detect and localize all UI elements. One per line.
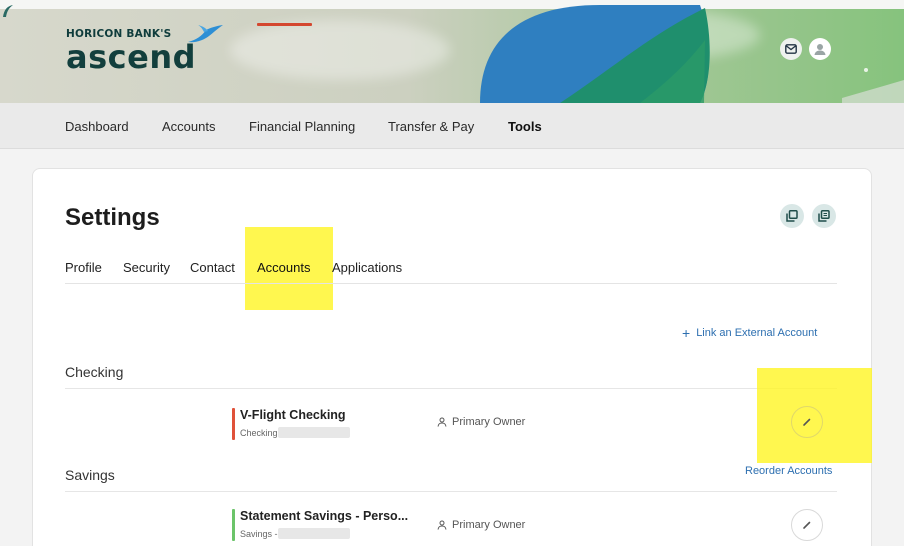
section-checking: Checking	[65, 364, 124, 380]
account-owner-savings: Primary Owner	[437, 519, 525, 531]
nav-financial-planning[interactable]: Financial Planning	[249, 119, 355, 134]
corner-bird-icon	[3, 5, 13, 17]
account-owner-checking: Primary Owner	[437, 416, 525, 428]
masked-account-number	[278, 427, 350, 438]
page-title: Settings	[65, 204, 160, 231]
nav-tools[interactable]: Tools	[508, 119, 542, 134]
nav-dashboard[interactable]: Dashboard	[65, 119, 129, 134]
export-button[interactable]	[780, 204, 804, 228]
print-button[interactable]	[812, 204, 836, 228]
tab-security[interactable]: Security	[123, 260, 170, 275]
tab-profile[interactable]: Profile	[65, 260, 102, 275]
user-avatar-icon	[814, 44, 826, 55]
account-color-bar	[232, 509, 235, 541]
active-tab-indicator	[257, 23, 312, 26]
print-icon	[818, 210, 830, 222]
export-icon	[786, 210, 798, 222]
account-name: Statement Savings - Perso...	[240, 509, 409, 523]
bird-logo-icon	[188, 25, 223, 43]
nav-transfer-pay[interactable]: Transfer & Pay	[388, 119, 474, 134]
section-divider	[65, 491, 837, 492]
edit-account-button[interactable]	[791, 509, 823, 541]
owner-label: Primary Owner	[452, 519, 526, 531]
mail-button[interactable]	[780, 38, 802, 60]
nav-accounts[interactable]: Accounts	[162, 119, 215, 134]
brand-logo[interactable]: HORICON BANK'S ascend	[66, 25, 223, 76]
section-savings: Savings	[65, 467, 115, 483]
settings-tabs: Profile Security Contact Accounts Applic…	[65, 258, 837, 284]
pencil-icon	[803, 521, 811, 529]
reorder-accounts-link[interactable]: Reorder Accounts	[745, 465, 832, 477]
edit-account-button[interactable]	[791, 406, 823, 438]
owner-label: Primary Owner	[452, 416, 526, 428]
masked-account-number	[278, 528, 350, 539]
account-name: V-Flight Checking	[240, 408, 346, 422]
tab-applications[interactable]: Applications	[332, 260, 402, 275]
person-icon	[437, 417, 447, 427]
plus-icon: +	[682, 324, 691, 341]
header-banner: HORICON BANK'S ascend	[0, 0, 904, 103]
person-icon	[437, 520, 447, 530]
account-type: Savings - *	[240, 529, 284, 539]
user-avatar-button[interactable]	[809, 38, 831, 60]
account-type: Checking	[240, 428, 278, 438]
mail-icon	[785, 44, 797, 54]
main-nav: Dashboard Accounts Financial Planning Tr…	[0, 103, 904, 149]
link-external-label: Link an External Account	[696, 327, 818, 339]
tab-accounts[interactable]: Accounts	[257, 260, 310, 275]
link-external-account[interactable]: + Link an External Account	[682, 324, 818, 341]
section-divider	[65, 388, 837, 389]
pencil-icon	[803, 418, 811, 426]
brand-big-text: ascend	[66, 38, 196, 76]
account-color-bar	[232, 408, 235, 440]
tab-contact[interactable]: Contact	[190, 260, 235, 275]
